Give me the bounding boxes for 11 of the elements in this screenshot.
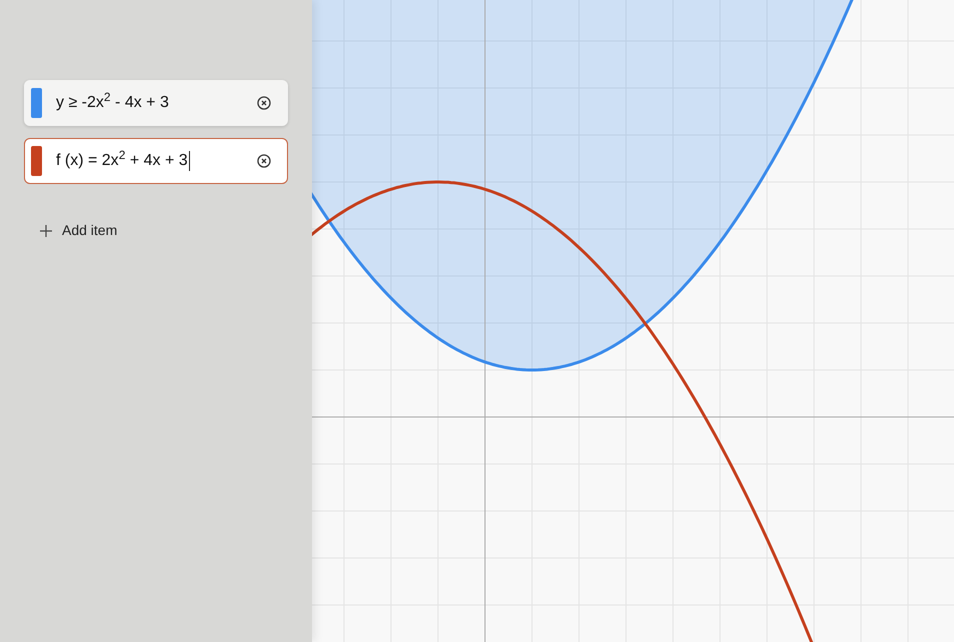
expression-row[interactable]: f (x) = 2x$^{2}$ + 4x + 3 [24, 138, 288, 184]
color-swatch[interactable] [31, 88, 42, 118]
remove-icon[interactable] [257, 96, 271, 110]
expression-row[interactable]: y ≥ -2x$^{2}$ - 4x + 3 [24, 80, 288, 126]
remove-icon[interactable] [257, 154, 271, 168]
expression-input[interactable]: f (x) = 2x$^{2}$ + 4x + 3 [56, 149, 257, 173]
add-item-button[interactable]: Add item [40, 220, 118, 241]
text-cursor [188, 151, 190, 171]
expression-input[interactable]: y ≥ -2x$^{2}$ - 4x + 3 [56, 91, 257, 115]
color-swatch[interactable] [31, 146, 42, 176]
plus-icon [40, 224, 52, 236]
